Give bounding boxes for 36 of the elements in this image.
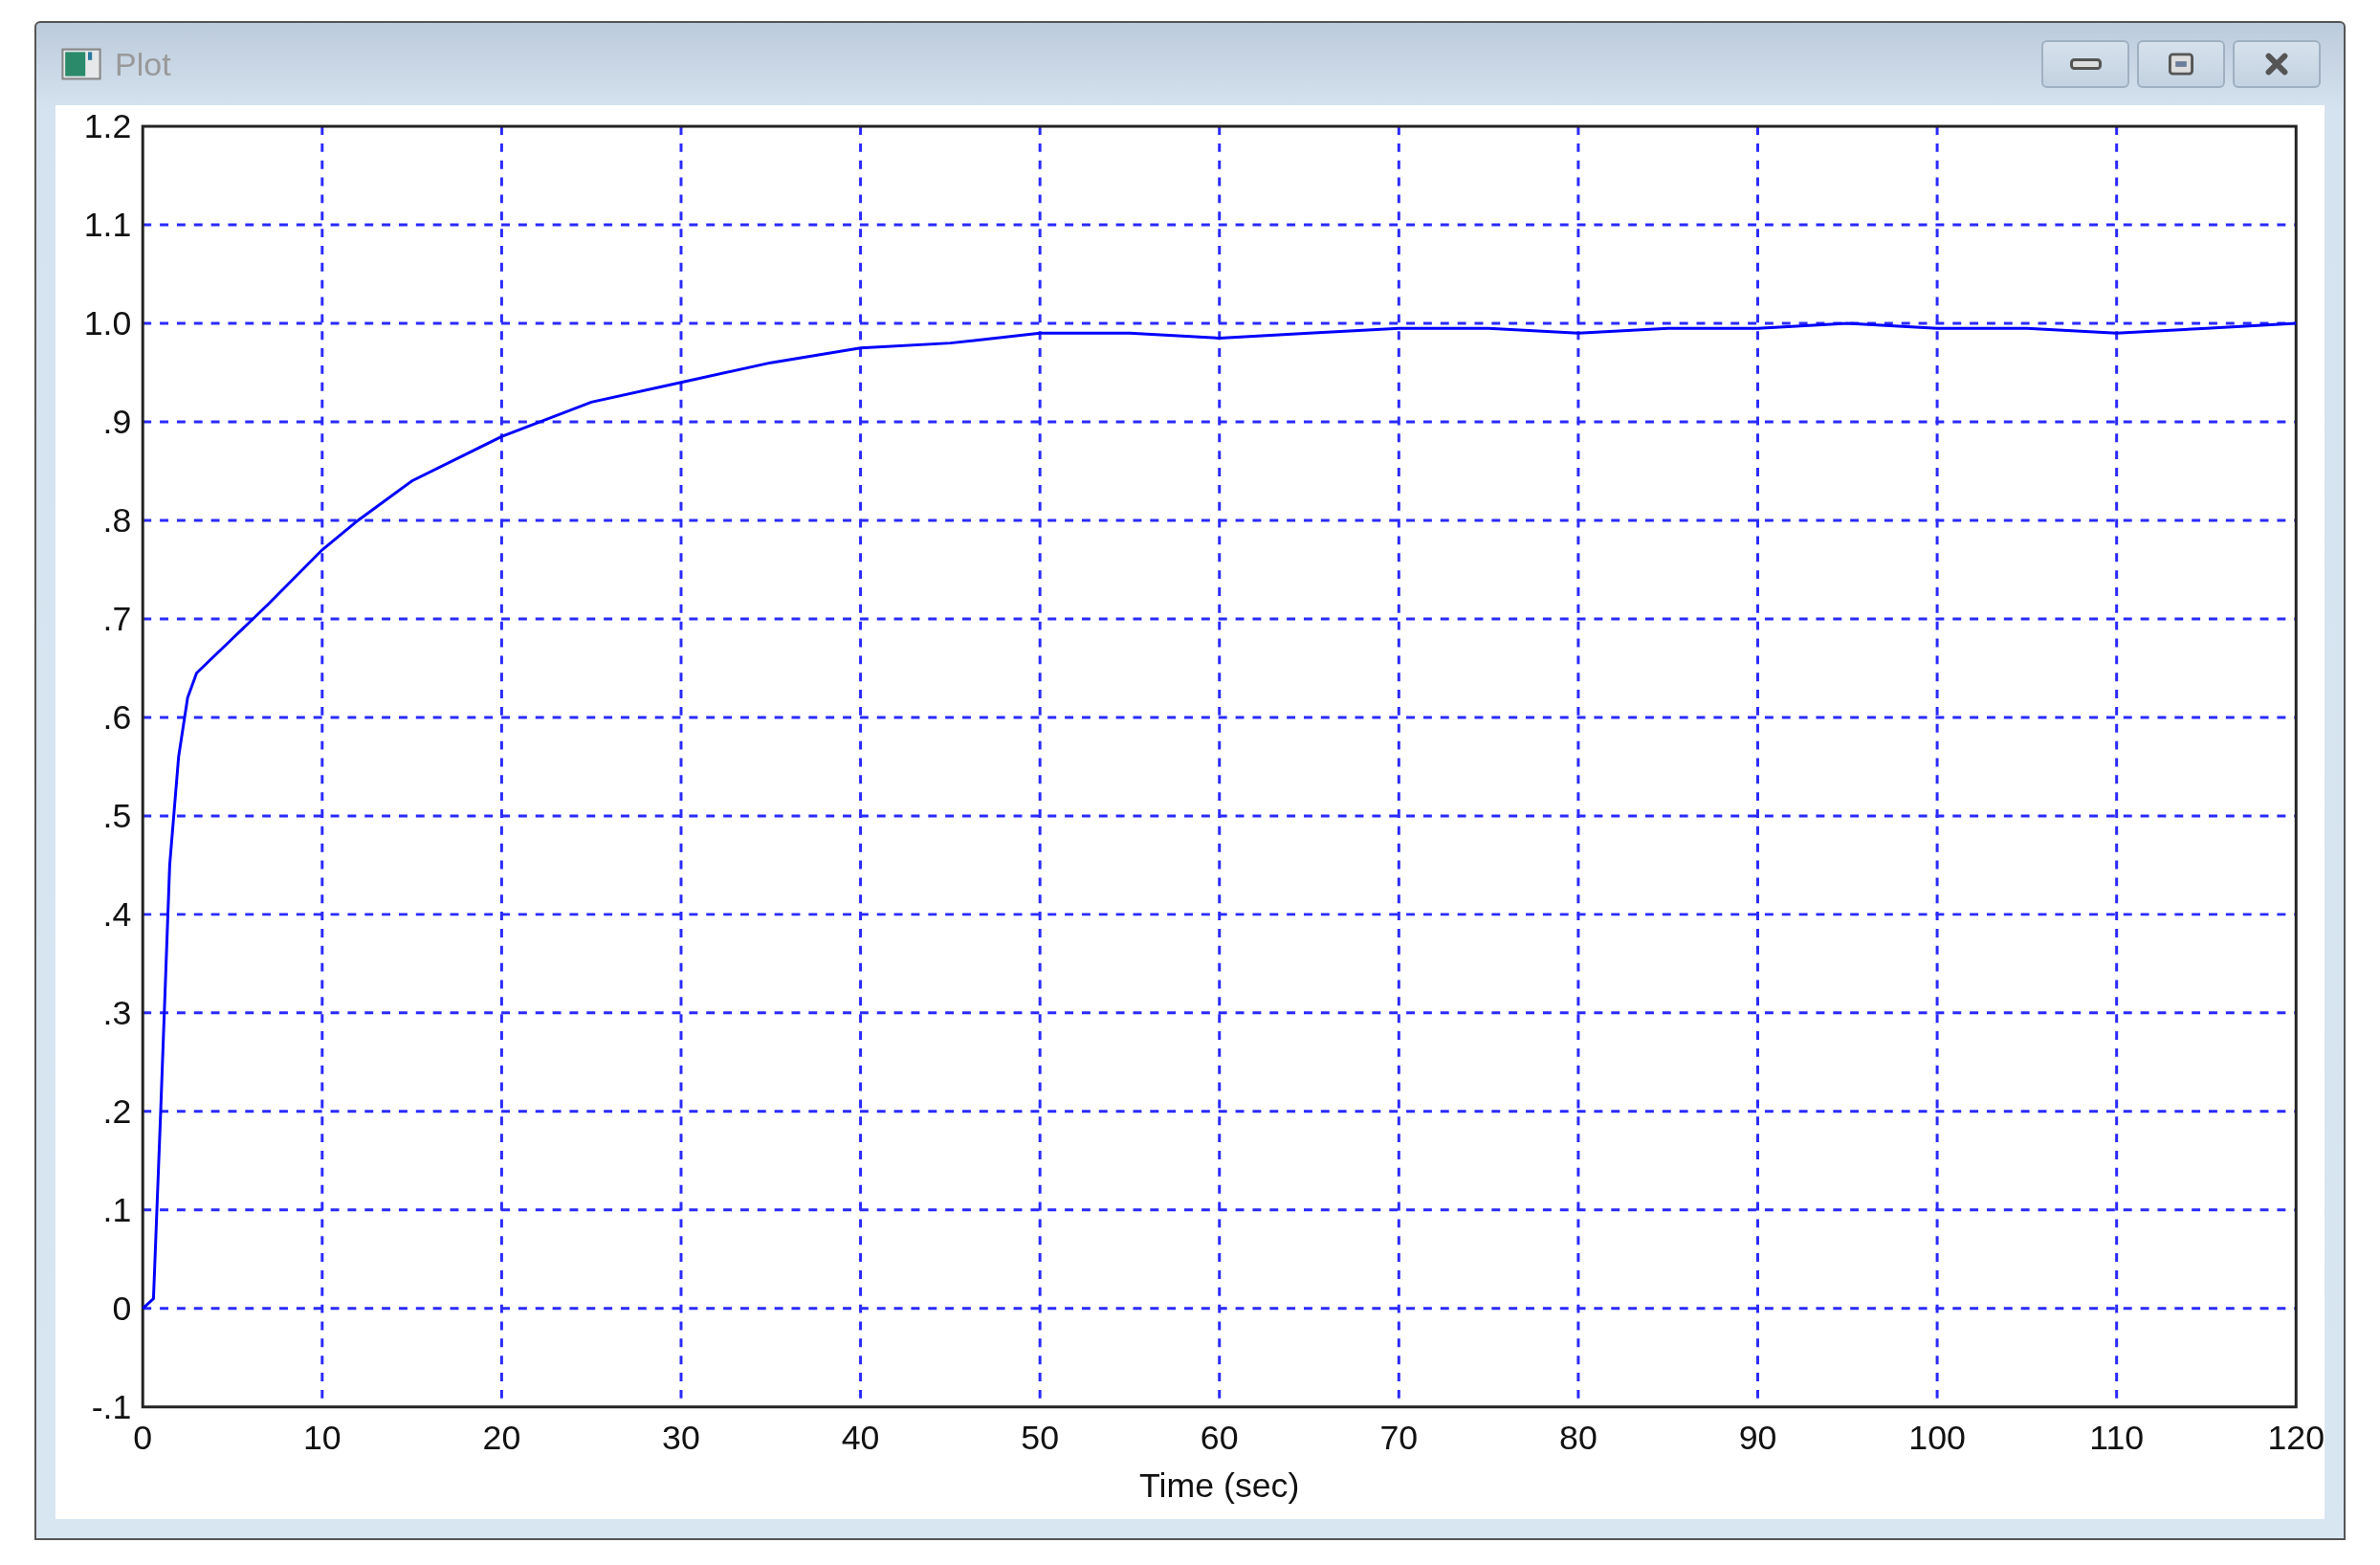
x-tick-label: 90 xyxy=(1738,1419,1777,1458)
x-tick-label: 120 xyxy=(2267,1419,2325,1458)
maximize-icon xyxy=(2169,53,2193,76)
x-tick-label: 40 xyxy=(841,1419,880,1458)
x-tick-label: 100 xyxy=(1908,1419,1966,1458)
x-tick-label: 80 xyxy=(1559,1419,1598,1458)
y-tick-label: 1.2 xyxy=(83,106,132,145)
y-tick-label: .9 xyxy=(102,402,132,441)
x-tick-label: 0 xyxy=(133,1419,153,1458)
y-tick-label: .5 xyxy=(102,796,132,835)
y-tick-label: .4 xyxy=(102,894,132,934)
y-tick-label: .7 xyxy=(102,599,132,638)
y-tick-label: .1 xyxy=(102,1190,132,1229)
close-button[interactable] xyxy=(2233,40,2321,88)
close-icon xyxy=(2264,53,2289,76)
y-tick-label: .6 xyxy=(102,697,132,737)
x-tick-label: 110 xyxy=(2089,1419,2145,1458)
window-title: Plot xyxy=(115,45,171,83)
y-tick-label: 0 xyxy=(112,1289,132,1328)
app-icon xyxy=(61,48,101,80)
x-tick-label: 70 xyxy=(1379,1419,1419,1458)
y-tick-label: .3 xyxy=(102,993,132,1032)
y-tick-label: .2 xyxy=(102,1091,132,1131)
x-tick-label: 10 xyxy=(302,1419,342,1458)
x-tick-label: 60 xyxy=(1200,1419,1239,1458)
minimize-button[interactable] xyxy=(2041,40,2129,88)
x-tick-label: 50 xyxy=(1021,1419,1059,1458)
x-tick-label: 20 xyxy=(482,1419,521,1458)
x-tick-label: 30 xyxy=(662,1419,700,1458)
y-tick-label: 1.0 xyxy=(83,303,132,342)
y-tick-label: 1.1 xyxy=(83,205,132,244)
minimize-icon xyxy=(2069,58,2102,70)
x-axis-label: Time (sec) xyxy=(1139,1466,1300,1505)
y-tick-label: -.1 xyxy=(91,1387,132,1426)
y-tick-label: .8 xyxy=(102,500,132,540)
maximize-button[interactable] xyxy=(2137,40,2225,88)
